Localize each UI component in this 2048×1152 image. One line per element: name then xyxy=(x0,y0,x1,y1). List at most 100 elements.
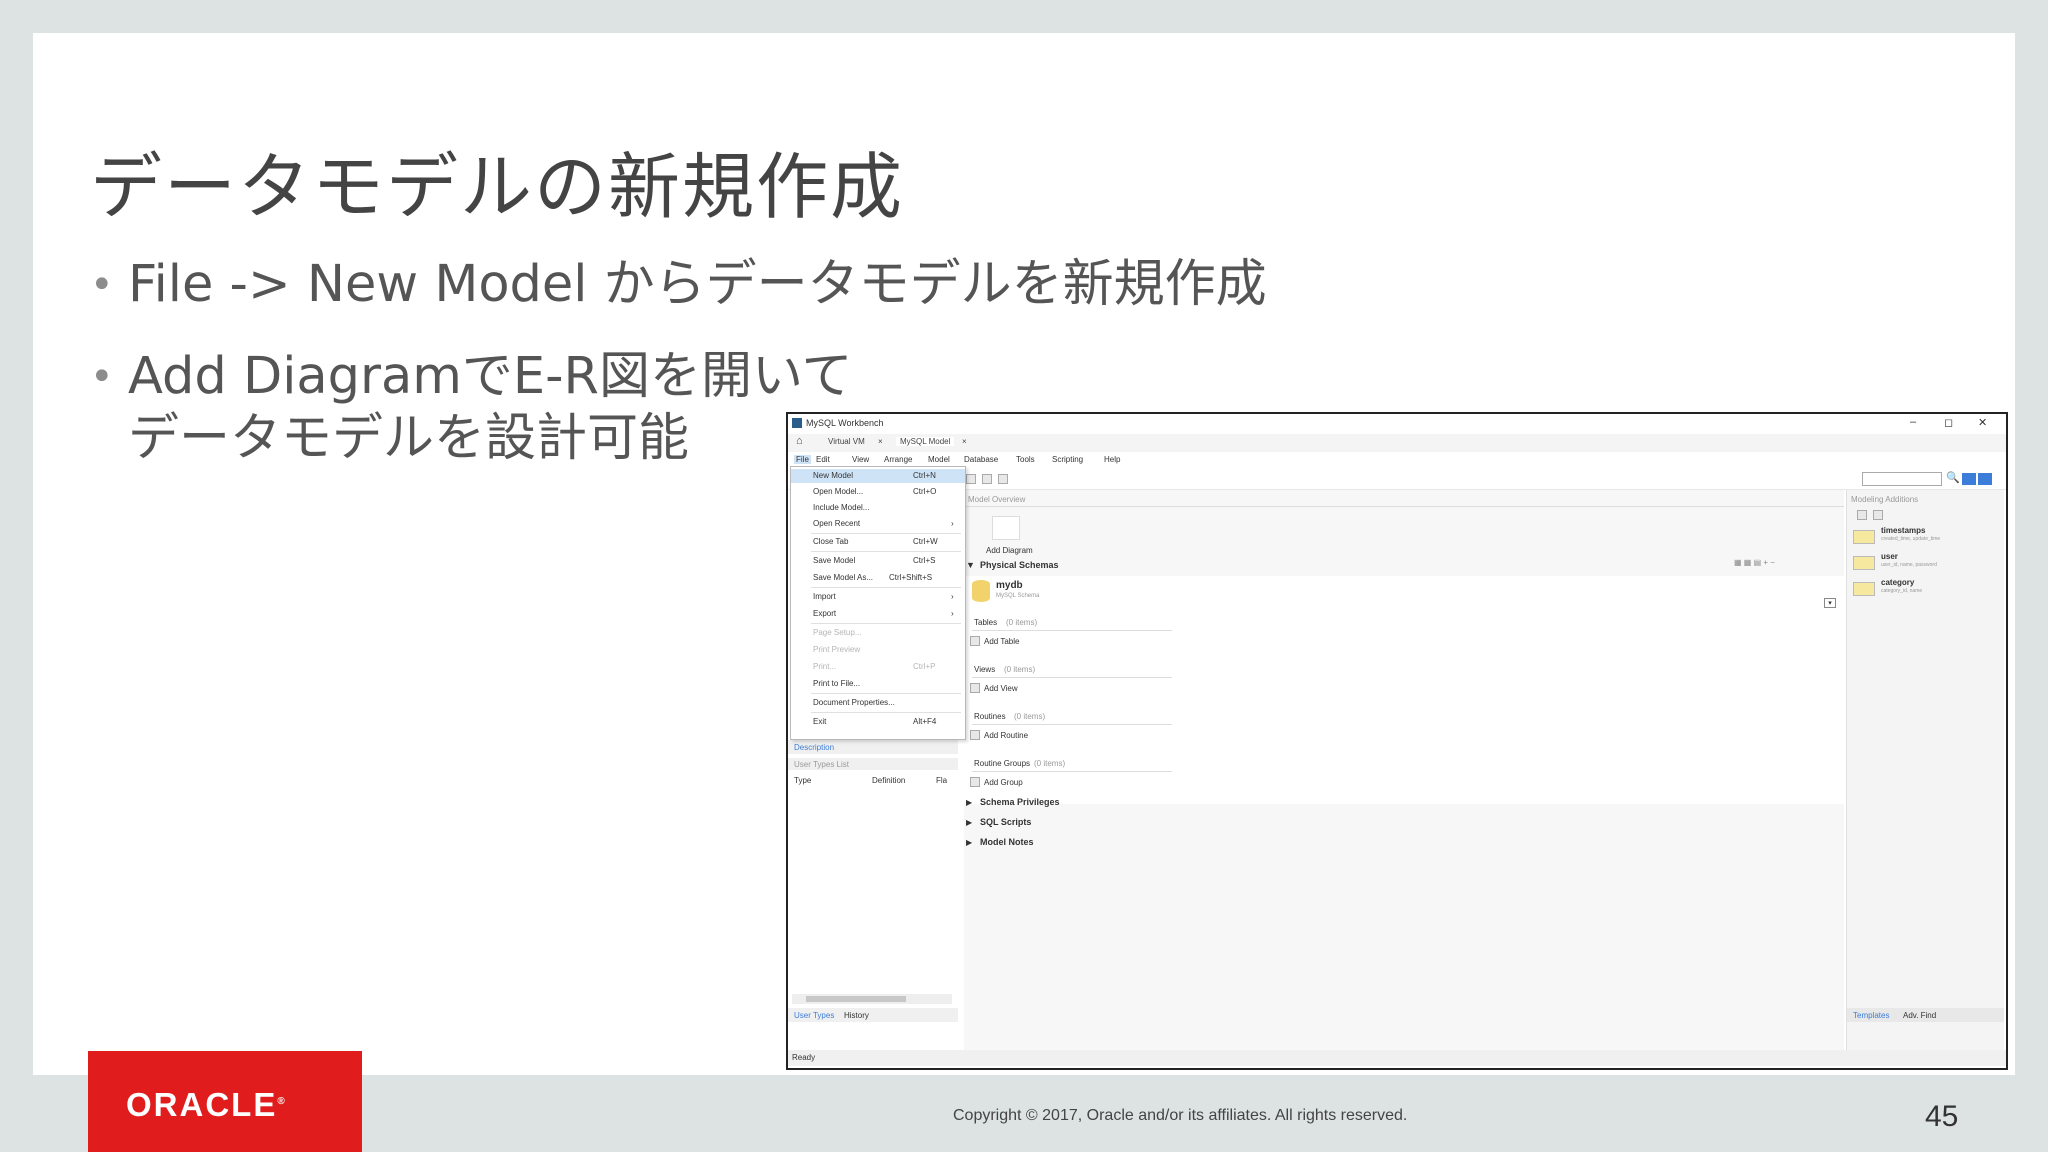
dropdown-arrow-icon[interactable]: ▾ xyxy=(1824,598,1836,608)
add-table-button[interactable]: Add Table xyxy=(984,637,1019,646)
template-tool-icon[interactable] xyxy=(1873,510,1883,520)
home-icon[interactable]: ⌂ xyxy=(792,435,807,447)
template-table-icon xyxy=(1853,556,1875,570)
registered-mark-icon: ® xyxy=(277,1096,287,1107)
column-header-flags[interactable]: Fla xyxy=(936,776,947,785)
maximize-icon[interactable]: ◻ xyxy=(1944,416,1953,429)
menu-item-save-model[interactable]: Save Model Ctrl+S xyxy=(791,554,965,568)
menu-item-shortcut: Ctrl+N xyxy=(913,471,936,480)
menu-item-include-model[interactable]: Include Model... xyxy=(791,501,965,515)
template-item[interactable]: timestamps created_time, update_time xyxy=(1851,526,2001,548)
tab-templates[interactable]: Templates xyxy=(1853,1011,1889,1020)
menu-file[interactable]: File xyxy=(794,455,811,464)
column-header-type[interactable]: Type xyxy=(794,776,811,785)
add-routine-button[interactable]: Add Routine xyxy=(984,731,1028,740)
add-view-button[interactable]: Add View xyxy=(984,684,1018,693)
search-input[interactable] xyxy=(1862,472,1942,486)
menu-item-shortcut: Alt+F4 xyxy=(913,717,937,726)
tab-virtual-vm[interactable]: Virtual VM xyxy=(824,437,869,446)
menu-item-save-model-as[interactable]: Save Model As... Ctrl+Shift+S xyxy=(791,571,965,585)
divider xyxy=(972,771,1172,772)
template-table-icon xyxy=(1853,530,1875,544)
expand-triangle-icon[interactable]: ▶ xyxy=(966,818,972,827)
menu-item-export[interactable]: Export › xyxy=(791,607,965,621)
add-group-icon[interactable] xyxy=(970,777,980,787)
group-title-routine-groups: Routine Groups xyxy=(974,759,1031,768)
group-count: (0 items) xyxy=(1014,712,1046,721)
menu-item-label: Include Model... xyxy=(813,503,870,512)
group-count: (0 items) xyxy=(1004,665,1036,674)
menu-arrange[interactable]: Arrange xyxy=(884,455,912,464)
menu-item-label: Print... xyxy=(813,662,837,671)
scrollbar-thumb[interactable] xyxy=(806,996,906,1002)
search-icon[interactable]: 🔍 xyxy=(1946,471,1960,484)
menu-item-shortcut: Ctrl+Shift+S xyxy=(889,573,933,582)
add-group-button[interactable]: Add Group xyxy=(984,778,1023,787)
menu-edit[interactable]: Edit xyxy=(816,455,830,464)
menu-item-import[interactable]: Import › xyxy=(791,590,965,604)
toolbar-save-icon[interactable] xyxy=(998,474,1008,484)
menu-database[interactable]: Database xyxy=(964,455,998,464)
menu-view[interactable]: View xyxy=(852,455,869,464)
tab-close-icon[interactable]: × xyxy=(874,437,887,446)
expand-triangle-icon[interactable]: ▶ xyxy=(966,838,972,847)
menu-item-close-tab[interactable]: Close Tab Ctrl+W xyxy=(791,535,965,549)
menu-tools[interactable]: Tools xyxy=(1016,455,1035,464)
layout-toggle-icon[interactable] xyxy=(1962,473,1976,485)
divider xyxy=(972,724,1172,725)
menu-scripting[interactable]: Scripting xyxy=(1052,455,1083,464)
schema-subtitle: MySQL Schema xyxy=(996,593,1040,599)
menu-item-print-to-file[interactable]: Print to File... xyxy=(791,677,965,691)
bullet-text: Add DiagramでE-R図を開いて xyxy=(128,347,853,406)
add-diagram-label[interactable]: Add Diagram xyxy=(986,546,1033,555)
add-view-icon[interactable] xyxy=(970,683,980,693)
template-tool-icon[interactable] xyxy=(1857,510,1867,520)
menu-separator xyxy=(811,623,961,624)
schema-name[interactable]: mydb xyxy=(996,580,1023,591)
oracle-logo-box: ORACLE® xyxy=(88,1051,362,1152)
menu-item-label: Open Model... xyxy=(813,487,864,496)
view-options-icon[interactable]: ▦ ▦ ▤ + − xyxy=(1734,558,1775,567)
horizontal-scrollbar[interactable] xyxy=(792,994,952,1004)
add-diagram-icon[interactable] xyxy=(992,516,1020,540)
toolbar-new-icon[interactable] xyxy=(966,474,976,484)
sql-scripts-header[interactable]: SQL Scripts xyxy=(980,817,1031,827)
expand-triangle-icon[interactable]: ▶ xyxy=(966,798,972,807)
overview-header: Model Overview xyxy=(968,495,1026,504)
add-routine-icon[interactable] xyxy=(970,730,980,740)
user-types-header: User Types List xyxy=(794,760,849,769)
physical-schemas-header[interactable]: Physical Schemas xyxy=(980,560,1059,570)
group-title-routines: Routines xyxy=(974,712,1006,721)
menu-item-label: Export xyxy=(813,609,837,618)
close-icon[interactable]: ✕ xyxy=(1978,416,1987,429)
menu-item-open-recent[interactable]: Open Recent › xyxy=(791,517,965,531)
menu-item-exit[interactable]: Exit Alt+F4 xyxy=(791,715,965,729)
model-notes-header[interactable]: Model Notes xyxy=(980,837,1034,847)
toolbar-open-icon[interactable] xyxy=(982,474,992,484)
tab-adv-find[interactable]: Adv. Find xyxy=(1903,1011,1936,1020)
tab-mysql-model[interactable]: MySQL Model xyxy=(896,437,955,446)
tab-description[interactable]: Description xyxy=(794,743,834,752)
tab-history[interactable]: History xyxy=(844,1011,869,1020)
menu-item-label: Print Preview xyxy=(813,645,861,654)
template-item[interactable]: user user_id, name, password xyxy=(1851,552,2001,574)
menu-item-page-setup: Page Setup... xyxy=(791,626,965,640)
menu-item-label: Open Recent xyxy=(813,519,861,528)
add-table-icon[interactable] xyxy=(970,636,980,646)
menu-model[interactable]: Model xyxy=(928,455,950,464)
layout-toggle-icon[interactable] xyxy=(1978,473,1992,485)
minimize-icon[interactable]: – xyxy=(1910,416,1916,428)
menu-help[interactable]: Help xyxy=(1104,455,1120,464)
tab-close-icon[interactable]: × xyxy=(958,437,971,446)
column-header-definition[interactable]: Definition xyxy=(872,776,905,785)
tab-user-types[interactable]: User Types xyxy=(794,1011,834,1020)
menu-item-shortcut: Ctrl+S xyxy=(913,556,936,565)
menu-item-document-properties[interactable]: Document Properties... xyxy=(791,696,965,710)
menu-item-open-model[interactable]: Open Model... Ctrl+O xyxy=(791,485,965,499)
expand-triangle-icon[interactable]: ▼ xyxy=(966,560,975,570)
schema-privileges-header[interactable]: Schema Privileges xyxy=(980,797,1060,807)
page-number: 45 xyxy=(1925,1100,1959,1133)
menu-item-new-model[interactable]: New Model Ctrl+N xyxy=(791,469,965,483)
template-item[interactable]: category category_id, name xyxy=(1851,578,2001,600)
file-menu-dropdown: New Model Ctrl+N Open Model... Ctrl+O Incl… xyxy=(790,466,966,740)
